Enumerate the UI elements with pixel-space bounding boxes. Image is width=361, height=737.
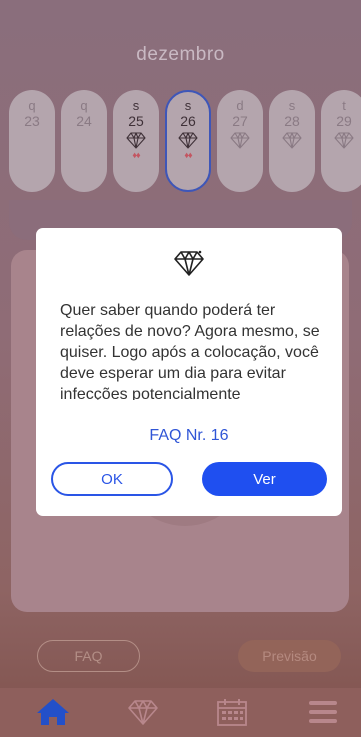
view-button[interactable]: Ver [202,462,327,496]
diamond-icon [282,132,302,149]
tab-menu[interactable] [303,696,343,728]
day-26[interactable]: s 26 ♦♦ [165,90,211,192]
day-number: 23 [24,113,40,129]
faq-link[interactable]: FAQ Nr. 16 [36,427,342,445]
month-title: dezembro [136,44,225,65]
calendar-icon [217,699,247,726]
tab-home[interactable] [33,696,73,728]
diamond-icon [128,700,158,725]
faq-button[interactable]: FAQ [37,640,140,672]
faq-dialog: Quer saber quando poderá ter relações de… [36,228,342,516]
day-number: 29 [336,113,352,129]
day-weekday: s [288,98,296,113]
day-number: 25 [128,113,144,129]
day-number: 28 [284,113,300,129]
day-weekday: s [132,98,140,113]
diamond-icon [126,132,146,149]
dialog-message: Quer saber quando poderá ter relações de… [60,302,320,400]
ok-button[interactable]: OK [51,462,173,496]
day-weekday: d [236,98,244,113]
menu-icon [309,701,337,723]
day-29[interactable]: t 29 [321,90,361,192]
diamond-icon [178,132,198,149]
tab-bar [0,688,361,737]
day-strip: q 23 q 24 s 25 ♦♦ s 26 ♦♦ d 27 s 28 t 29 [0,90,361,200]
day-number: 26 [180,113,196,129]
day-weekday: q [80,98,88,113]
tab-diamond[interactable] [123,696,163,728]
diamond-icon [174,250,204,276]
day-27[interactable]: d 27 [217,90,263,192]
diamond-icon [230,132,250,149]
day-weekday: s [184,98,192,113]
screen: dezembro q 23 q 24 s 25 ♦♦ s 26 ♦♦ d 27 s 28 t 29 FAQ P… [0,0,361,737]
tab-calendar[interactable] [212,696,252,728]
day-number: 27 [232,113,248,129]
diamond-icon [334,132,354,149]
day-25[interactable]: s 25 ♦♦ [113,90,159,192]
day-23[interactable]: q 23 [9,90,55,192]
drops-icon: ♦♦ [184,150,192,160]
day-weekday: q [28,98,36,113]
forecast-button[interactable]: Previsão [238,640,341,672]
day-28[interactable]: s 28 [269,90,315,192]
day-24[interactable]: q 24 [61,90,107,192]
day-number: 24 [76,113,92,129]
home-icon [37,699,69,725]
day-weekday: t [342,98,346,113]
drops-icon: ♦♦ [132,150,140,160]
